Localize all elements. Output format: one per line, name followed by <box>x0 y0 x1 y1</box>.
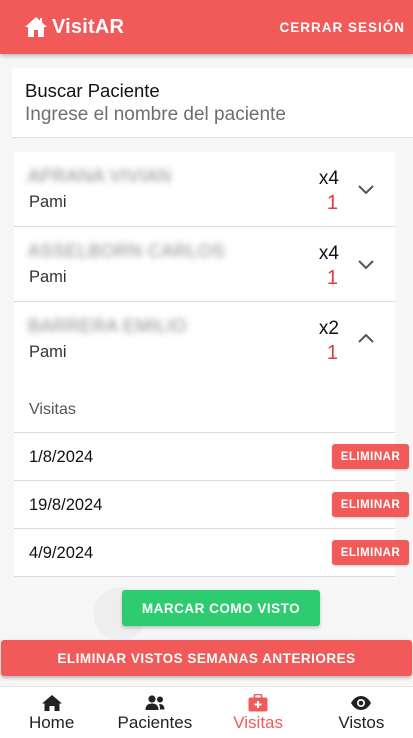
brand[interactable]: VisitAR <box>24 16 124 39</box>
patient-name: APRANA VIVIAN <box>28 166 172 186</box>
home-icon <box>25 17 47 37</box>
app-title: VisitAR <box>52 15 125 38</box>
pending-count: 1 <box>326 267 338 289</box>
logout-button[interactable]: CERRAR SESIÓN <box>279 20 405 35</box>
nav-home[interactable]: Home <box>0 687 103 738</box>
nav-vistos[interactable]: Vistos <box>310 687 413 738</box>
visit-count: x4 <box>318 168 339 189</box>
visit-row: 19/8/2024 ELIMINAR <box>14 481 409 529</box>
nav-pacientes[interactable]: Pacientes <box>103 687 206 738</box>
nav-label: Visitas <box>233 713 283 732</box>
patient-row[interactable]: ASSELBORN CARLOS Pami x4 1 <box>14 227 395 302</box>
patient-list: APRANA VIVIAN Pami x4 1 ASSELBORN CARLOS… <box>14 152 409 577</box>
bottom-nav: Home Pacientes Visitas Vistos <box>0 686 413 738</box>
visits-header: Visitas <box>14 377 395 433</box>
visit-date: 19/8/2024 <box>29 496 103 514</box>
patient-row[interactable]: BARRERA EMILIO Pami x2 1 <box>14 302 395 377</box>
search-input[interactable] <box>25 104 385 126</box>
medkit-icon <box>248 694 268 712</box>
nav-label: Pacientes <box>117 713 193 732</box>
nav-label: Vistos <box>338 713 385 732</box>
pending-count: 1 <box>326 192 338 214</box>
visit-count: x2 <box>318 318 339 339</box>
delete-visit-button[interactable]: ELIMINAR <box>332 492 409 517</box>
users-icon <box>145 695 165 710</box>
pending-count: 1 <box>326 342 338 364</box>
patient-name: ASSELBORN CARLOS <box>28 241 226 261</box>
visit-date: 1/8/2024 <box>29 448 94 466</box>
patient-plan: Pami <box>29 268 67 286</box>
delete-visit-button[interactable]: ELIMINAR <box>332 444 409 469</box>
search-label: Buscar Paciente <box>25 80 160 101</box>
nav-visitas[interactable]: Visitas <box>207 687 310 738</box>
patient-name: BARRERA EMILIO <box>28 316 188 336</box>
visit-count: x4 <box>318 243 339 264</box>
patient-plan: Pami <box>29 343 67 361</box>
chevron-down-icon[interactable] <box>357 180 375 198</box>
chevron-down-icon[interactable] <box>357 255 375 273</box>
search-card: Buscar Paciente <box>12 68 413 138</box>
eye-icon <box>351 696 372 710</box>
clear-old-seen-button[interactable]: ELIMINAR VISTOS SEMANAS ANTERIORES <box>1 640 412 676</box>
patient-row[interactable]: APRANA VIVIAN Pami x4 1 <box>14 152 395 227</box>
visit-row: 1/8/2024 ELIMINAR <box>14 433 409 481</box>
nav-label: Home <box>28 713 75 732</box>
patient-plan: Pami <box>29 193 67 211</box>
visit-row: 4/9/2024 ELIMINAR <box>14 529 409 577</box>
delete-visit-button[interactable]: ELIMINAR <box>332 540 409 565</box>
mark-seen-button[interactable]: MARCAR COMO VISTO <box>122 590 320 626</box>
chevron-up-icon[interactable] <box>357 330 375 348</box>
home-icon <box>41 695 62 711</box>
main-content: Buscar Paciente APRANA VIVIAN Pami x4 1 … <box>0 54 413 686</box>
app-bar: VisitAR CERRAR SESIÓN <box>0 0 413 54</box>
visit-date: 4/9/2024 <box>29 544 94 562</box>
